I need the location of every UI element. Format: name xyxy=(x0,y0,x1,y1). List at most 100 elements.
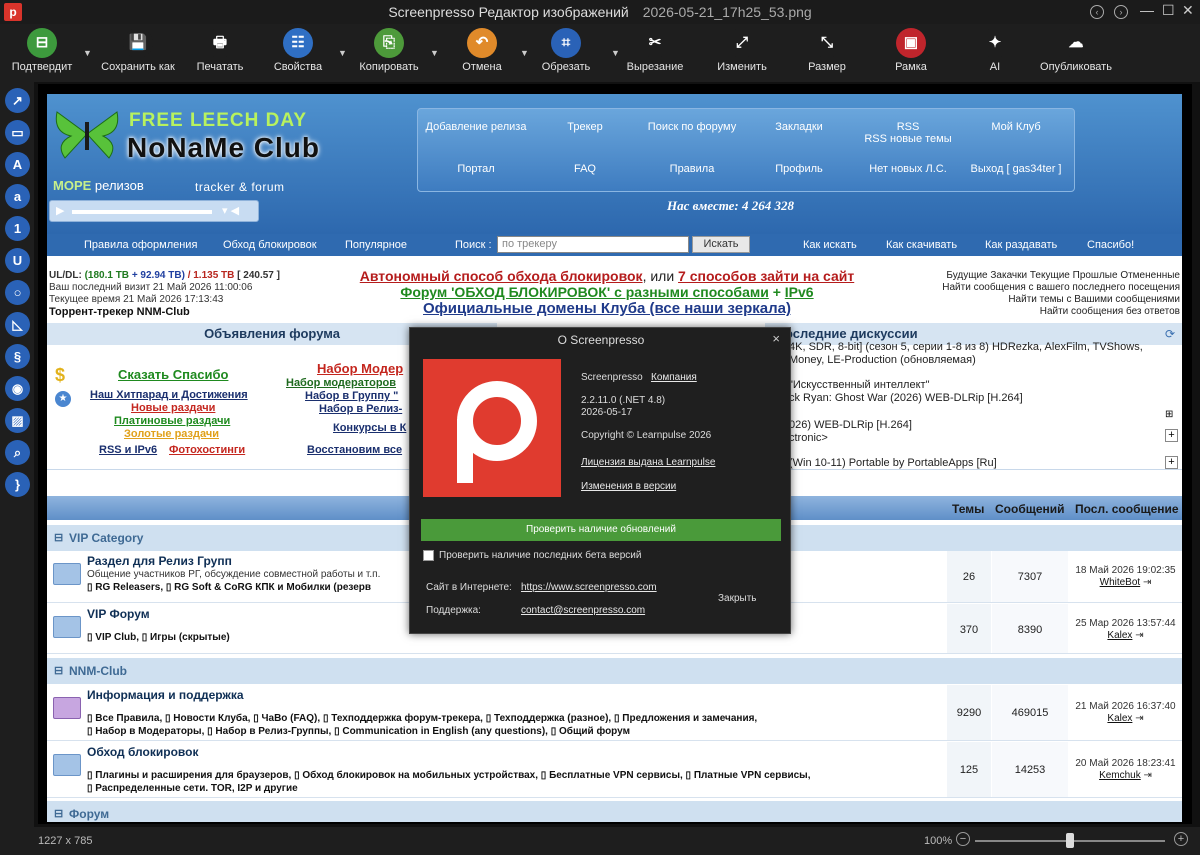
ann-restore[interactable]: Восстановим все xyxy=(307,444,402,456)
subforums[interactable]: ▯ Набор в Модераторы, ▯ Набор в Релиз-Гр… xyxy=(87,726,630,737)
dropdown-arrow-icon[interactable]: ▼ xyxy=(520,48,529,58)
freehand-tool-icon[interactable]: § xyxy=(5,344,30,369)
link-thanks[interactable]: Спасибо! xyxy=(1087,239,1134,251)
promo-7-ways-link[interactable]: 7 способов зайти на сайт xyxy=(678,268,854,284)
magnifier-tool-icon[interactable]: ⌕ xyxy=(5,440,30,465)
link-popular[interactable]: Популярное xyxy=(345,239,407,251)
discussion-item[interactable]: 4K, SDR, 8-bit] (сезон 5, серии 1-8 из 8… xyxy=(789,341,1143,353)
goto-post-icon[interactable]: ⇥ xyxy=(1144,770,1152,781)
рамка-button[interactable]: ▣ Рамка xyxy=(863,28,959,73)
expand-icon[interactable]: + xyxy=(1165,429,1178,442)
player-progress-bar[interactable] xyxy=(72,210,212,214)
subforums[interactable]: ▯ RG Releasers, ▯ RG Soft & CoRG КПК и М… xyxy=(87,582,371,593)
close-button[interactable]: Закрыть xyxy=(718,593,757,604)
dropdown-arrow-icon[interactable]: ▼ xyxy=(338,48,347,58)
promo-ipv6-link[interactable]: IPv6 xyxy=(785,284,814,300)
magnet-tool-icon[interactable]: U xyxy=(5,248,30,273)
discussion-item[interactable]: Money, LE-Production (обновляемая) xyxy=(789,354,976,366)
site-logo-text[interactable]: NoNaMe Club xyxy=(127,132,320,164)
step-number-tool-icon[interactable]: 1 xyxy=(5,216,30,241)
support-email-link[interactable]: contact@screenpresso.com xyxy=(521,605,645,616)
search-shortcut-link[interactable]: Найти сообщения с вашего последнего посе… xyxy=(942,282,1180,294)
zoom-slider-thumb[interactable] xyxy=(1066,833,1074,848)
subforums[interactable]: ▯ Распределенные сети. TOR, I2P и другие xyxy=(87,783,298,794)
свойства-button[interactable]: ☷ Свойства xyxy=(250,28,346,73)
changelog-link[interactable]: Изменения в версии xyxy=(581,481,676,492)
category-nnm-club[interactable]: NNM-Club xyxy=(47,658,1182,684)
ann-group-recruit[interactable]: Набор в Группу " xyxy=(305,390,398,402)
ann-mod-recruit[interactable]: Набор Модер xyxy=(317,361,403,376)
link-how-seed[interactable]: Как раздавать xyxy=(985,239,1057,251)
promo-domains-link[interactable]: Официальные домены Клуба (все наши зерка… xyxy=(423,300,791,317)
back-icon[interactable]: ‹ xyxy=(1090,5,1104,19)
text-tool-icon[interactable]: A xyxy=(5,152,30,177)
image-tool-icon[interactable]: ▨ xyxy=(5,408,30,433)
dropdown-arrow-icon[interactable]: ▼ xyxy=(430,48,439,58)
search-shortcut-link[interactable]: Будущие Закачки Текущие Прошлые Отмененн… xyxy=(942,270,1180,282)
discussion-item[interactable]: 026) WEB-DLRip [H.264] xyxy=(789,419,912,431)
ann-gold[interactable]: Золотые раздачи xyxy=(124,428,219,440)
play-icon[interactable]: ▶ xyxy=(56,204,64,217)
ann-platinum[interactable]: Платиновые раздачи xyxy=(114,415,230,427)
close-window-button[interactable]: ✕ xyxy=(1182,2,1194,19)
discussion-item[interactable]: "Искусственный интеллект" xyxy=(789,379,929,391)
link-bypass[interactable]: Обход блокировок xyxy=(223,239,317,251)
forum-title[interactable]: Обход блокировок xyxy=(87,745,198,759)
вырезание-button[interactable]: ✂ Вырезание xyxy=(607,28,703,73)
check-updates-button[interactable]: Проверить наличие обновлений xyxy=(421,519,781,541)
subforums[interactable]: ▯ VIP Club, ▯ Игры (скрытые) xyxy=(87,632,230,643)
forum-row[interactable]: Обход блокировок ▯ Плагины и расширения … xyxy=(47,742,1182,798)
radio-player[interactable]: ▶ ▾ ◀ xyxy=(49,200,259,222)
arrow-tool-icon[interactable]: ↗ xyxy=(5,88,30,113)
blur-tool-icon[interactable]: ◉ xyxy=(5,376,30,401)
link-how-search[interactable]: Как искать xyxy=(803,239,857,251)
rectangle-tool-icon[interactable]: ▭ xyxy=(5,120,30,145)
category-forum[interactable]: Форум xyxy=(47,801,1182,822)
dropdown-arrow-icon[interactable]: ▼ xyxy=(83,48,92,58)
nav-link[interactable]: Мой Клуб xyxy=(962,121,1070,133)
nav-link[interactable]: Добавление релиза xyxy=(422,121,530,133)
forum-title[interactable]: Раздел для Релиз Групп xyxy=(87,554,232,568)
nav-link[interactable]: FAQ xyxy=(531,163,639,175)
dropdown-arrow-icon[interactable]: ▼ xyxy=(611,48,620,58)
search-shortcut-link[interactable]: Найти сообщения без ответов xyxy=(942,306,1180,318)
maximize-button[interactable]: ☐ xyxy=(1162,2,1175,19)
volume-icon[interactable]: ▾ ◀ xyxy=(222,204,239,217)
last-post-user[interactable]: Kalex xyxy=(1107,630,1132,641)
опубликовать-button[interactable]: ☁ Опубликовать xyxy=(1028,28,1124,73)
goto-post-icon[interactable]: ⇥ xyxy=(1135,630,1143,641)
minimize-button[interactable]: — xyxy=(1140,2,1154,18)
ann-new-releases[interactable]: Новые раздачи xyxy=(131,402,215,414)
nav-link[interactable]: Закладки xyxy=(745,121,853,133)
company-link[interactable]: Компания xyxy=(651,372,697,383)
bracket-tool-icon[interactable]: } xyxy=(5,472,30,497)
search-input[interactable]: по трекеру xyxy=(497,236,689,253)
promo-forum-link[interactable]: Форум 'ОБХОД БЛОКИРОВОК' с разными спосо… xyxy=(400,284,768,300)
website-link[interactable]: https://www.screenpresso.com xyxy=(521,582,657,593)
отмена-button[interactable]: ↶ Отмена xyxy=(434,28,530,73)
goto-post-icon[interactable]: ⇥ xyxy=(1135,713,1143,724)
last-post-user[interactable]: WhiteBot xyxy=(1100,577,1141,588)
zoom-out-button[interactable]: − xyxy=(956,832,970,846)
highlight-tool-icon[interactable]: ◺ xyxy=(5,312,30,337)
refresh-icon[interactable]: ⟳ xyxy=(1165,327,1175,341)
callout-tool-icon[interactable]: a xyxy=(5,184,30,209)
изменить-button[interactable]: ⤢ Изменить xyxy=(694,28,790,73)
forum-row[interactable]: Информация и поддержка ▯ Все Правила, ▯ … xyxy=(47,685,1182,741)
forum-title[interactable]: VIP Форум xyxy=(87,607,150,621)
ann-contests[interactable]: Конкурсы в К xyxy=(333,422,406,434)
ann-release-group-recruit[interactable]: Набор в Релиз- xyxy=(319,403,402,415)
размер-button[interactable]: ⤡ Размер xyxy=(779,28,875,73)
goto-post-icon[interactable]: ⇥ xyxy=(1143,577,1151,588)
subforums[interactable]: ▯ Все Правила, ▯ Новости Клуба, ▯ ЧаВо (… xyxy=(87,713,757,724)
forward-icon[interactable]: › xyxy=(1114,5,1128,19)
nav-link[interactable]: Профиль xyxy=(745,163,853,175)
ann-photohosting[interactable]: Фотохостинги xyxy=(169,444,245,456)
nav-link[interactable]: Правила xyxy=(638,163,746,175)
nav-link[interactable]: RSS RSS новые темы xyxy=(854,121,962,145)
nav-link[interactable]: Портал xyxy=(422,163,530,175)
license-link[interactable]: Лицензия выдана Learnpulse xyxy=(581,457,715,468)
discussion-item[interactable]: ck Ryan: Ghost War (2026) WEB-DLRip [H.2… xyxy=(789,392,1023,404)
promo-autonomous-link[interactable]: Автономный способ обхода блокировок xyxy=(360,268,643,284)
last-post-user[interactable]: Kemchuk xyxy=(1099,770,1141,781)
